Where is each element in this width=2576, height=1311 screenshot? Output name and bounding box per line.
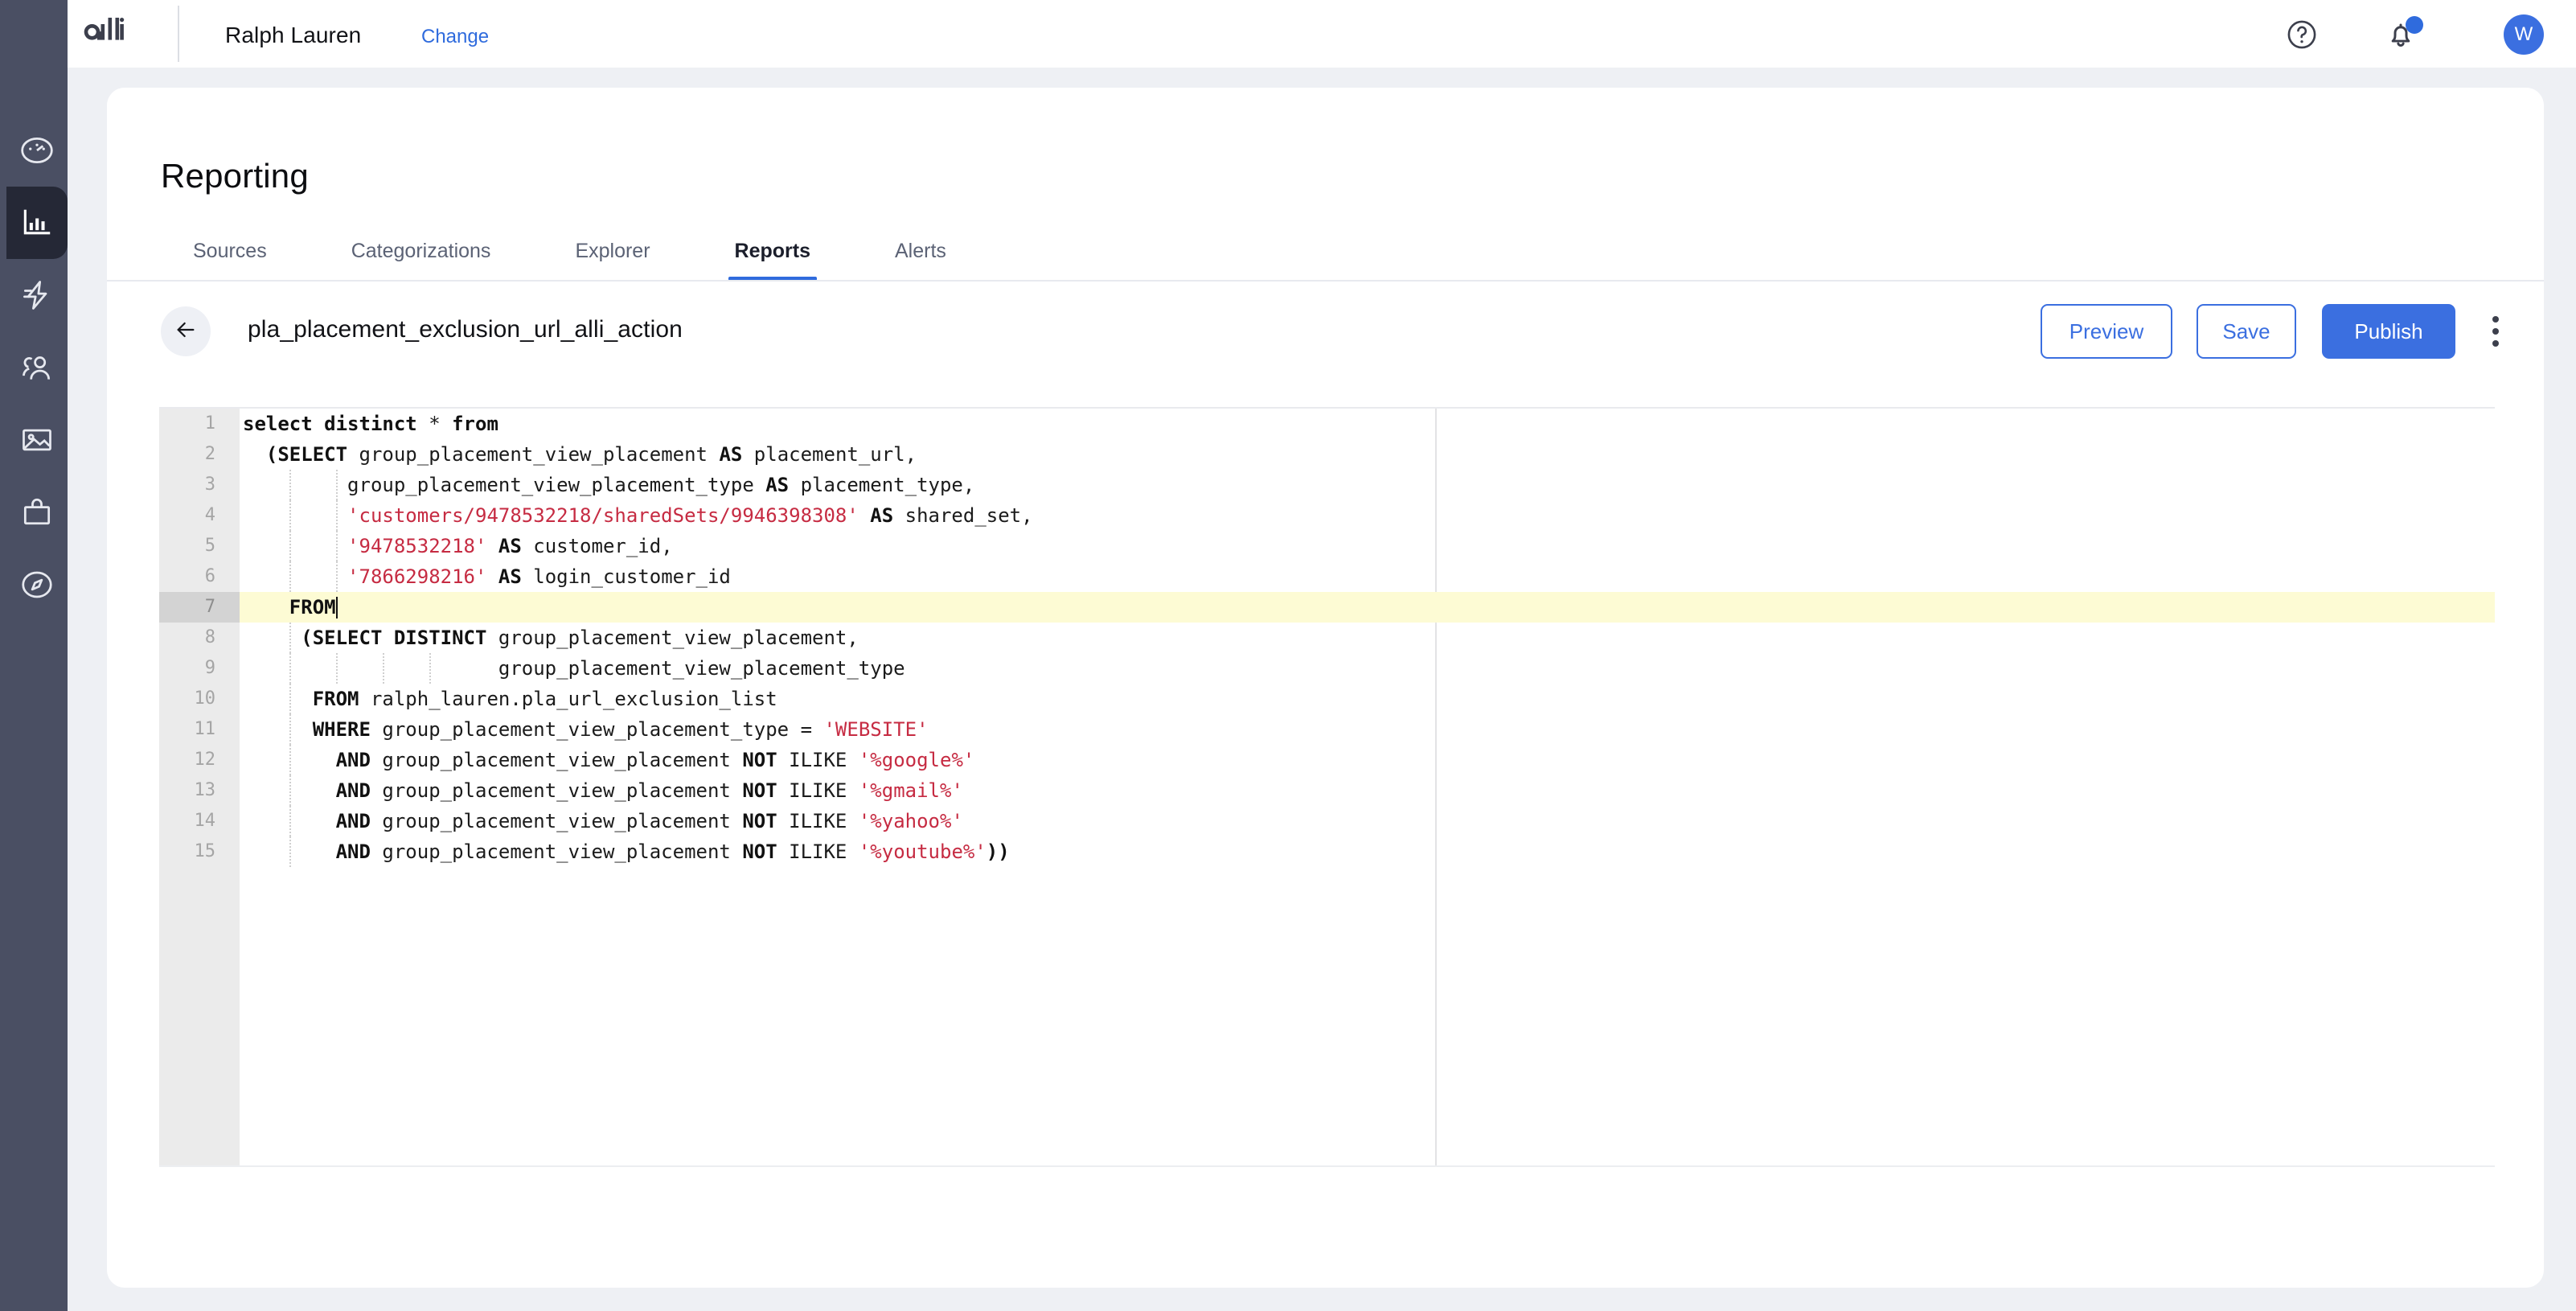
- account-name: Ralph Lauren: [225, 23, 362, 47]
- line-number: 2: [204, 444, 215, 464]
- code-line[interactable]: FROM ralph_lauren.pla_url_exclusion_list: [240, 684, 2495, 714]
- preview-button[interactable]: Preview: [2041, 304, 2172, 359]
- alli-logo[interactable]: [76, 13, 129, 53]
- line-number: 11: [194, 719, 216, 739]
- left-nav-rail: [0, 0, 68, 1311]
- page-card: Reporting Sources Categorizations Explor…: [107, 88, 2544, 1288]
- sql-editor[interactable]: 1 2 3 4 5 6 7 8 9 10 11 12 13 14 15 sele…: [159, 407, 2495, 1167]
- image-icon: [19, 422, 55, 458]
- change-account-link[interactable]: Change: [421, 26, 489, 48]
- sidebar-item-automation[interactable]: [6, 259, 68, 331]
- code-line[interactable]: AND group_placement_view_placement NOT I…: [240, 836, 2495, 867]
- line-number: 12: [194, 750, 216, 770]
- lightning-bolt-icon: [19, 277, 55, 313]
- code-line[interactable]: select distinct * from: [240, 409, 2495, 439]
- line-number: 13: [194, 780, 216, 800]
- rail-logo-spacer: [0, 0, 68, 68]
- text-cursor: [335, 597, 338, 619]
- code-line[interactable]: 'customers/9478532218/sharedSets/9946398…: [240, 500, 2495, 531]
- tab-alerts[interactable]: Alerts: [895, 240, 946, 281]
- notification-badge: [2406, 16, 2423, 34]
- users-icon: [19, 350, 55, 385]
- page-title: Reporting: [161, 157, 309, 195]
- more-vertical-icon[interactable]: [2470, 304, 2521, 359]
- line-number: 8: [204, 627, 215, 647]
- report-header: pla_placement_exclusion_url_alli_action …: [107, 280, 2544, 407]
- compass-icon: [19, 567, 55, 602]
- sidebar-item-dashboard[interactable]: [6, 114, 68, 187]
- app-root: Ralph Lauren Change W Reporting Sources …: [0, 0, 2576, 1311]
- save-button[interactable]: Save: [2197, 304, 2296, 359]
- arrow-left-icon: [173, 317, 199, 347]
- code-line[interactable]: AND group_placement_view_placement NOT I…: [240, 745, 2495, 775]
- line-number: 9: [204, 658, 215, 678]
- tab-sources[interactable]: Sources: [193, 240, 267, 281]
- topbar-divider: [178, 6, 179, 62]
- code-line[interactable]: WHERE group_placement_view_placement_typ…: [240, 714, 2495, 745]
- sidebar-item-audiences[interactable]: [6, 331, 68, 404]
- line-number: 6: [204, 566, 215, 586]
- line-number: 4: [204, 505, 215, 525]
- code-line[interactable]: AND group_placement_view_placement NOT I…: [240, 806, 2495, 836]
- tab-categorizations[interactable]: Categorizations: [351, 240, 491, 281]
- help-circle-icon: [2285, 20, 2319, 55]
- tab-reports[interactable]: Reports: [728, 240, 818, 281]
- code-line[interactable]: (SELECT group_placement_view_placement A…: [240, 439, 2495, 470]
- line-number: 5: [204, 536, 215, 556]
- line-number: 3: [204, 475, 215, 495]
- publish-button[interactable]: Publish: [2322, 304, 2455, 359]
- back-button[interactable]: [161, 306, 211, 356]
- code-line[interactable]: group_placement_view_placement_type AS p…: [240, 470, 2495, 500]
- user-avatar[interactable]: W: [2504, 14, 2544, 55]
- sidebar-item-commerce[interactable]: [6, 476, 68, 549]
- line-number-active: 7: [159, 592, 240, 623]
- editor-gutter: 1 2 3 4 5 6 7 8 9 10 11 12 13 14 15: [159, 409, 240, 1165]
- line-number: 10: [194, 688, 216, 709]
- tab-bar: Sources Categorizations Explorer Reports…: [155, 231, 946, 281]
- line-number: 15: [194, 841, 216, 861]
- line-number: 1: [204, 413, 215, 434]
- editor-code-area[interactable]: select distinct * from (SELECT group_pla…: [240, 409, 2495, 1165]
- help-button[interactable]: [2285, 18, 2319, 51]
- sidebar-item-creative[interactable]: [6, 404, 68, 476]
- sidebar-item-reporting[interactable]: [6, 187, 68, 259]
- rail-item-list: [0, 68, 68, 621]
- tab-explorer[interactable]: Explorer: [575, 240, 650, 281]
- shopping-bag-icon: [19, 495, 55, 530]
- report-actions: Preview Save Publish: [2041, 304, 2521, 359]
- code-line[interactable]: '7866298216' AS login_customer_id: [240, 561, 2495, 592]
- gauge-icon: [19, 133, 55, 168]
- bar-chart-icon: [19, 205, 55, 240]
- code-line-active[interactable]: FROM: [240, 592, 2495, 623]
- code-line[interactable]: group_placement_view_placement_type: [240, 653, 2495, 684]
- sidebar-item-explore[interactable]: [6, 549, 68, 621]
- code-line[interactable]: AND group_placement_view_placement NOT I…: [240, 775, 2495, 806]
- code-line[interactable]: (SELECT DISTINCT group_placement_view_pl…: [240, 623, 2495, 653]
- code-line[interactable]: '9478532218' AS customer_id,: [240, 531, 2495, 561]
- notification-bell-icon: [2383, 23, 2418, 55]
- line-number: 14: [194, 811, 216, 831]
- report-name: pla_placement_exclusion_url_alli_action: [248, 316, 683, 343]
- top-bar: Ralph Lauren Change W: [68, 0, 2576, 68]
